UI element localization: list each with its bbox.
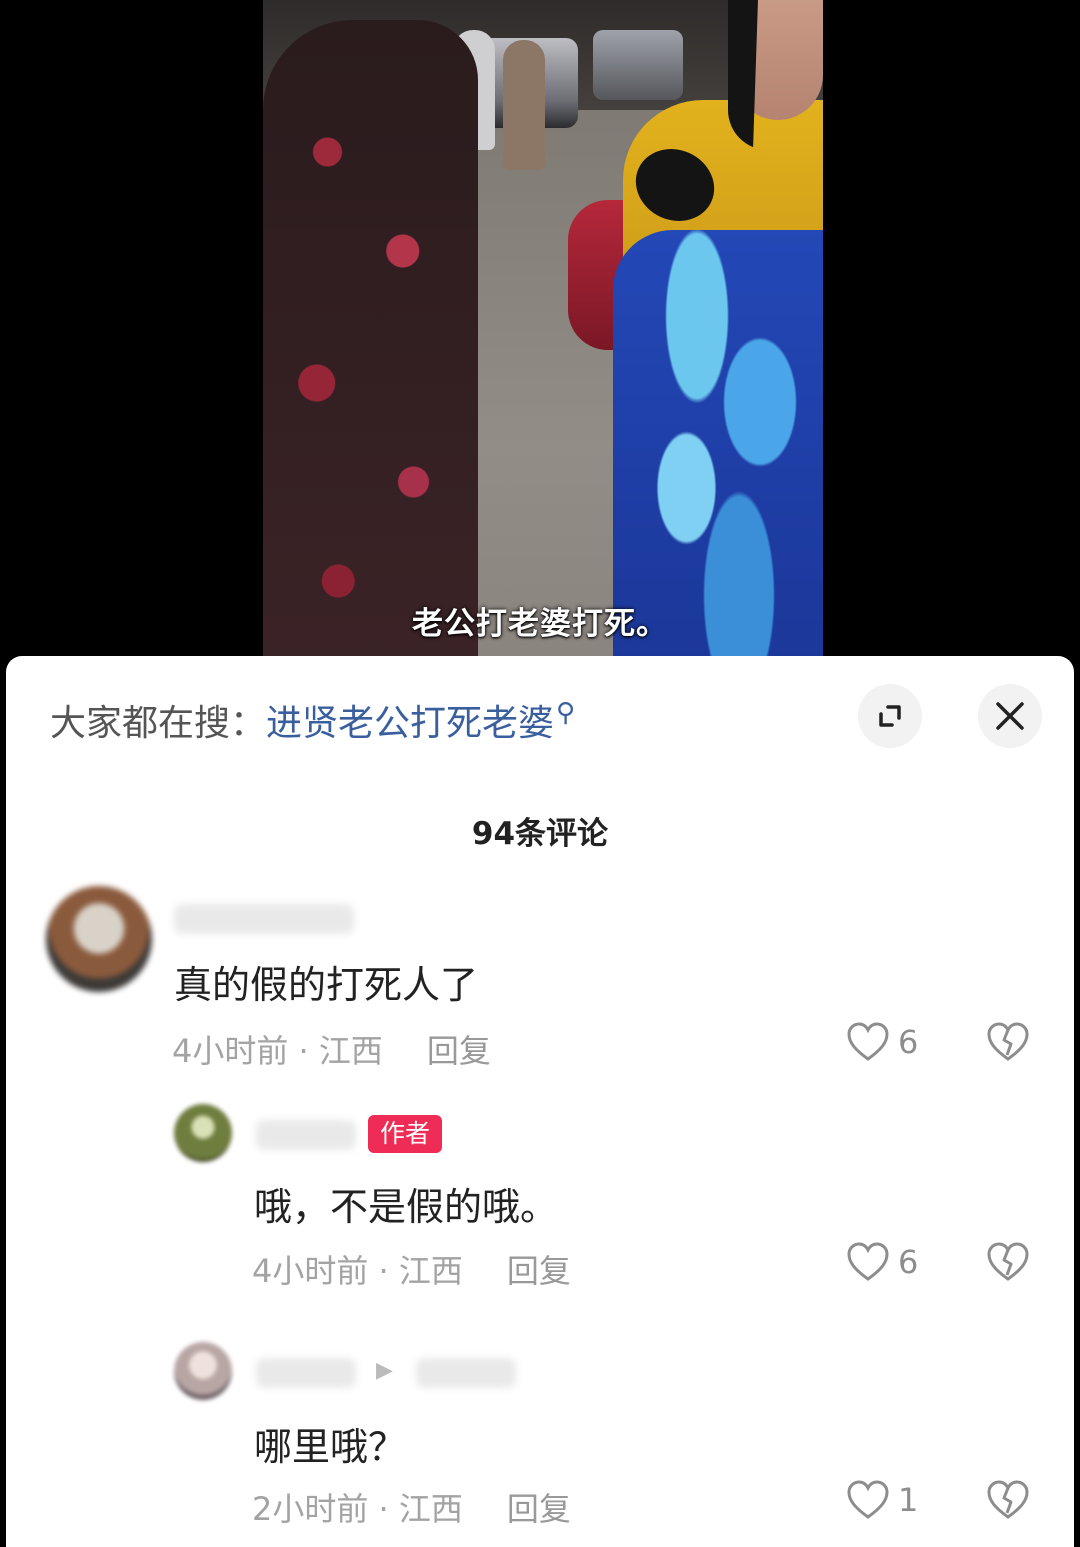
expand-icon: [879, 705, 901, 727]
like-count: 6: [898, 1023, 919, 1061]
avatar[interactable]: [174, 1104, 232, 1162]
pedestrian: [503, 40, 545, 170]
dislike-button[interactable]: [986, 1480, 1030, 1524]
reply-target-blurred[interactable]: [416, 1358, 516, 1388]
comment-text: 真的假的打死人了: [174, 963, 479, 1007]
close-icon: [996, 702, 1024, 730]
heart-icon: [847, 1022, 889, 1061]
username-blurred[interactable]: [174, 904, 354, 934]
like-button[interactable]: 6: [846, 1242, 918, 1282]
comment-time-location: 4小时前 · 江西: [172, 1032, 383, 1070]
search-suggestion-prefix: 大家都在搜：: [50, 703, 267, 744]
like-count: 6: [898, 1243, 919, 1281]
woman-floral-coat: [263, 20, 478, 660]
like-button[interactable]: 6: [846, 1022, 918, 1062]
video-frame: [263, 0, 823, 660]
dislike-button[interactable]: [986, 1022, 1030, 1066]
video-player[interactable]: 老公打老婆打死。: [0, 0, 1080, 660]
comment-meta: 4小时前 · 江西 回复: [172, 1026, 491, 1072]
reply-button[interactable]: 回复: [507, 1252, 571, 1290]
reply-item: ▶ 哪里哦？ 2小时前 · 江西 回复 1: [6, 1336, 1074, 1536]
avatar[interactable]: [46, 886, 152, 992]
heart-icon: [847, 1480, 889, 1519]
comment-meta: 4小时前 · 江西 回复: [252, 1246, 571, 1292]
like-count: 1: [898, 1481, 919, 1519]
reply-button[interactable]: 回复: [507, 1490, 571, 1528]
blue-blanket: [613, 230, 823, 660]
expand-button[interactable]: [858, 684, 922, 748]
avatar[interactable]: [174, 1342, 232, 1400]
close-button[interactable]: [978, 684, 1042, 748]
comment-count: 94条评论: [471, 816, 609, 852]
heart-icon: [847, 1242, 889, 1281]
comment-item: 真的假的打死人了 4小时前 · 江西 回复 6: [6, 876, 1074, 1076]
username-blurred[interactable]: [256, 1120, 356, 1150]
reply-arrow-icon: ▶: [376, 1358, 393, 1383]
author-badge: 作者: [368, 1115, 443, 1153]
search-suggestion-query[interactable]: 进贤老公打死老婆: [266, 703, 554, 744]
reply-button[interactable]: 回复: [427, 1032, 491, 1070]
like-button[interactable]: 1: [846, 1480, 918, 1520]
broken-heart-icon: [987, 1480, 1029, 1519]
comment-text: 哦，不是假的哦。: [254, 1185, 559, 1229]
comment-time-location: 4小时前 · 江西: [252, 1252, 463, 1290]
username-blurred[interactable]: [256, 1358, 356, 1388]
comment-text: 哪里哦？: [254, 1425, 407, 1469]
broken-heart-icon: [987, 1022, 1029, 1061]
video-subtitle: 老公打老婆打死。: [412, 606, 668, 642]
comment-time-location: 2小时前 · 江西: [252, 1490, 463, 1528]
comment-meta: 2小时前 · 江西 回复: [252, 1484, 571, 1530]
search-suggestion[interactable]: 大家都在搜：进贤老公打死老婆⚲: [50, 694, 575, 746]
comment-sheet: 大家都在搜：进贤老公打死老婆⚲ 94条评论 真的假的打死人了 4小时前 · 江西…: [6, 656, 1074, 1547]
broken-heart-icon: [987, 1242, 1029, 1281]
background-car: [593, 30, 683, 100]
dislike-button[interactable]: [986, 1242, 1030, 1286]
reply-item: 作者 哦，不是假的哦。 4小时前 · 江西 回复 6: [6, 1096, 1074, 1296]
search-icon[interactable]: ⚲: [556, 698, 575, 728]
